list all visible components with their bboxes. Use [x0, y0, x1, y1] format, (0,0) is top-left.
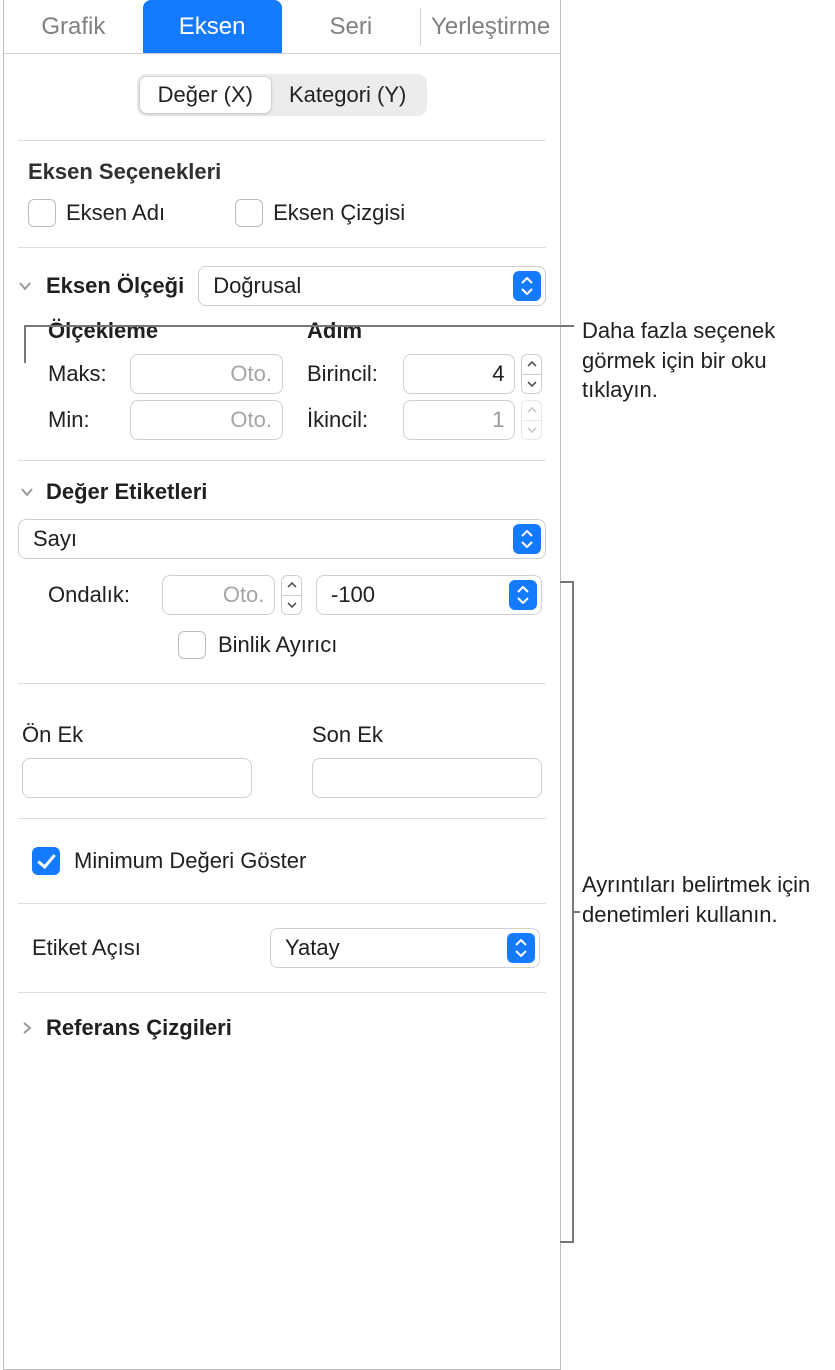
segment-value-x[interactable]: Değer (X)	[140, 77, 271, 113]
select-arrows-icon	[507, 933, 535, 963]
tab-eksen[interactable]: Eksen	[143, 0, 282, 53]
stepper-up-icon[interactable]	[282, 576, 301, 595]
negative-format-value: -100	[331, 582, 501, 608]
value-format-select[interactable]: Sayı	[18, 519, 546, 559]
suffix-input[interactable]	[312, 758, 542, 798]
thousands-separator-label: Binlik Ayırıcı	[218, 632, 337, 658]
tab-yerlestirme[interactable]: Yerleştirme	[421, 0, 560, 53]
axis-scale-select-value: Doğrusal	[213, 273, 505, 299]
stepper-down-icon[interactable]	[522, 420, 541, 440]
axis-line-label: Eksen Çizgisi	[273, 200, 405, 226]
label-angle-value: Yatay	[285, 935, 499, 961]
scaling-header: Ölçekleme	[48, 318, 283, 348]
steps-header: Adım	[307, 318, 542, 348]
min-input[interactable]	[130, 400, 283, 440]
stepper-up-icon[interactable]	[522, 355, 541, 374]
inspector-panel: Grafik Eksen Seri Yerleştirme Değer (X) …	[3, 0, 561, 1370]
label-angle-label: Etiket Açısı	[32, 935, 270, 961]
stepper-down-icon[interactable]	[522, 374, 541, 394]
axis-scale-disclosure-icon[interactable]	[18, 273, 32, 299]
select-arrows-icon	[509, 580, 537, 610]
segment-category-y[interactable]: Kategori (Y)	[271, 77, 424, 113]
section-prefix-suffix: Ön Ek Son Ek	[18, 684, 546, 819]
suffix-label: Son Ek	[312, 722, 542, 748]
section-value-labels: Değer Etiketleri Sayı Ondalık: -100	[18, 461, 546, 684]
label-angle-select[interactable]: Yatay	[270, 928, 540, 968]
section-label-angle: Etiket Açısı Yatay	[18, 904, 546, 993]
prefix-input[interactable]	[22, 758, 252, 798]
section-reference-lines: Referans Çizgileri	[18, 993, 546, 1061]
section-show-min: Minimum Değeri Göster	[18, 819, 546, 904]
callout-line	[24, 325, 26, 363]
callout-text-2: Ayrıntıları belirtmek için denetimleri k…	[582, 870, 812, 929]
section-axis-scale: Eksen Ölçeği Doğrusal Ölçekleme Adım Mak…	[18, 248, 546, 461]
axis-scale-title: Eksen Ölçeği	[46, 273, 184, 299]
axis-segmented-wrap: Değer (X) Kategori (Y)	[18, 54, 546, 141]
callout-line	[574, 911, 580, 913]
value-labels-disclosure-icon[interactable]	[18, 483, 36, 501]
decimals-input[interactable]	[162, 575, 275, 615]
secondary-label: İkincil:	[307, 407, 393, 433]
select-arrows-icon	[513, 524, 541, 554]
min-label: Min:	[48, 407, 120, 433]
primary-label: Birincil:	[307, 361, 393, 387]
secondary-stepper[interactable]	[521, 400, 542, 440]
reference-lines-disclosure-icon[interactable]	[18, 1019, 36, 1037]
show-min-label: Minimum Değeri Göster	[74, 848, 306, 874]
section-axis-options: Eksen Seçenekleri Eksen Adı Eksen Çizgis…	[18, 141, 546, 248]
select-arrows-icon	[513, 271, 541, 301]
reference-lines-title: Referans Çizgileri	[46, 1015, 232, 1041]
callout-bracket	[560, 581, 574, 1243]
stepper-up-icon[interactable]	[522, 401, 541, 420]
axis-segmented: Değer (X) Kategori (Y)	[137, 74, 428, 116]
show-min-checkbox[interactable]	[32, 847, 60, 875]
decimals-label: Ondalık:	[48, 582, 148, 608]
tab-grafik[interactable]: Grafik	[4, 0, 143, 53]
axis-name-checkbox[interactable]	[28, 199, 56, 227]
axis-name-label: Eksen Adı	[66, 200, 165, 226]
value-format-value: Sayı	[33, 526, 505, 552]
axis-scale-select[interactable]: Doğrusal	[198, 266, 546, 306]
secondary-steps-input[interactable]	[403, 400, 515, 440]
max-label: Maks:	[48, 361, 120, 387]
negative-format-select[interactable]: -100	[316, 575, 542, 615]
top-tabs: Grafik Eksen Seri Yerleştirme	[4, 0, 560, 54]
callout-line	[24, 325, 574, 327]
axis-options-title: Eksen Seçenekleri	[18, 159, 546, 185]
prefix-label: Ön Ek	[22, 722, 252, 748]
stepper-down-icon[interactable]	[282, 595, 301, 615]
tab-seri[interactable]: Seri	[282, 0, 421, 53]
value-labels-title: Değer Etiketleri	[46, 479, 207, 505]
decimals-stepper[interactable]	[281, 575, 302, 615]
primary-stepper[interactable]	[521, 354, 542, 394]
thousands-separator-checkbox[interactable]	[178, 631, 206, 659]
callout-text-1: Daha fazla seçenek görmek için bir oku t…	[582, 316, 832, 405]
max-input[interactable]	[130, 354, 283, 394]
primary-steps-input[interactable]	[403, 354, 515, 394]
axis-line-checkbox[interactable]	[235, 199, 263, 227]
